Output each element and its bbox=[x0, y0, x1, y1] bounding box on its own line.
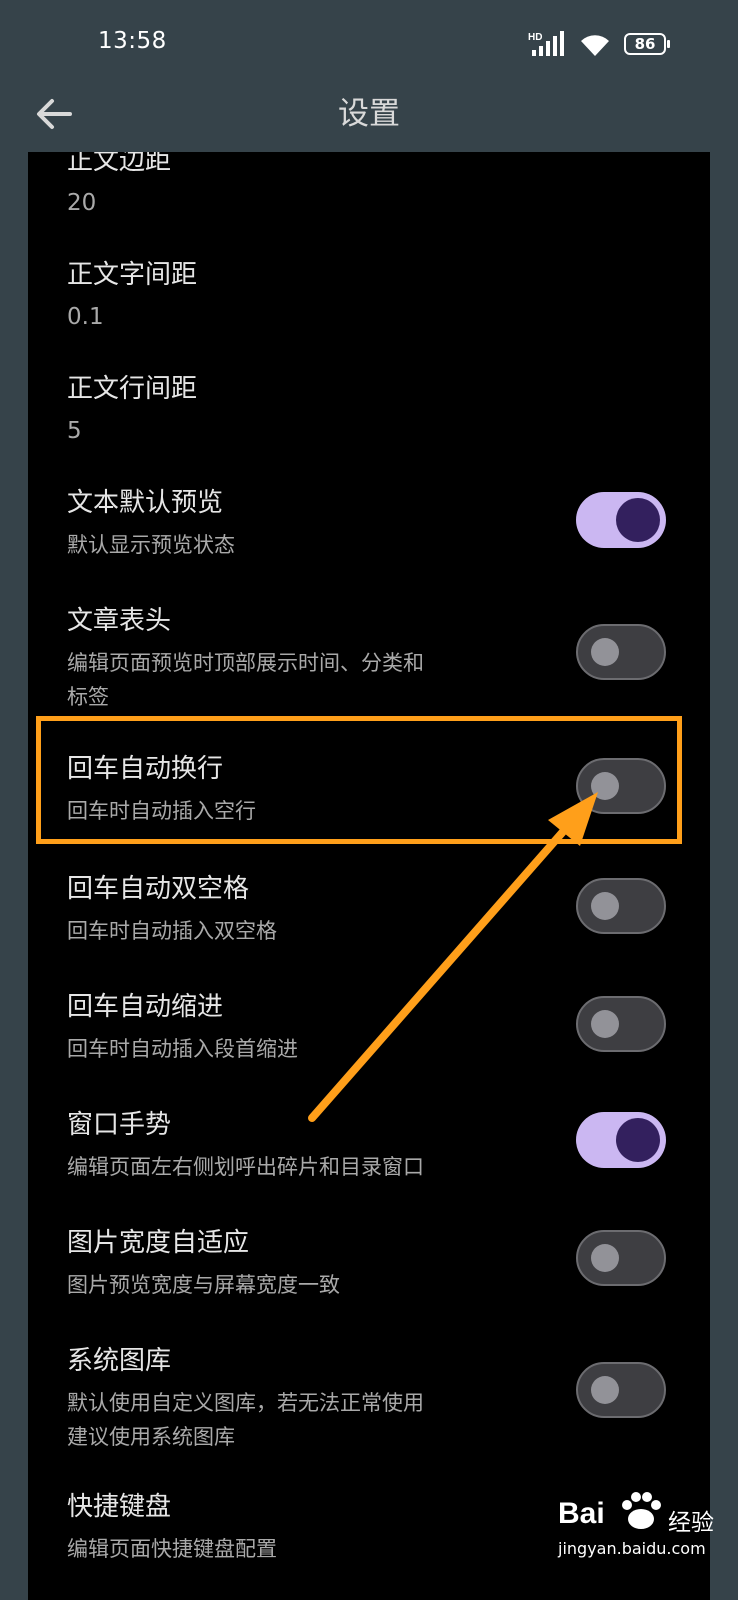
toggle-knob bbox=[591, 892, 619, 920]
setting-subtitle: 回车时自动插入段首缩进 bbox=[67, 1037, 298, 1061]
default-preview-toggle[interactable] bbox=[576, 492, 666, 548]
setting-title: 文本默认预览 bbox=[67, 488, 224, 518]
app-bar: 设置 bbox=[0, 76, 738, 152]
setting-subtitle-2: 标签 bbox=[67, 685, 109, 709]
setting-subtitle: 图片预览宽度与屏幕宽度一致 bbox=[67, 1273, 340, 1297]
setting-title: 回车自动双空格 bbox=[67, 874, 250, 904]
setting-subtitle-2: 建议使用系统图库 bbox=[67, 1425, 235, 1449]
wifi-icon bbox=[581, 35, 609, 56]
setting-title: 回车自动缩进 bbox=[67, 992, 224, 1022]
toggle-knob bbox=[591, 1010, 619, 1038]
status-icons: HD 86 bbox=[528, 30, 678, 60]
setting-title: 窗口手势 bbox=[67, 1110, 172, 1140]
toggle-knob bbox=[591, 1244, 619, 1272]
setting-title: 图片宽度自适应 bbox=[67, 1228, 250, 1258]
setting-value: 5 bbox=[67, 418, 82, 444]
setting-subtitle: 回车时自动插入空行 bbox=[67, 799, 256, 823]
setting-subtitle: 编辑页面快捷键盘配置 bbox=[67, 1537, 277, 1561]
setting-subtitle: 默认使用自定义图库，若无法正常使用 bbox=[67, 1391, 424, 1415]
enter-double-space-toggle[interactable] bbox=[576, 878, 666, 934]
setting-value: 0.1 bbox=[67, 304, 104, 330]
setting-title: 正文行间距 bbox=[67, 374, 198, 404]
baidu-watermark: Bai 经验 jingyan.baidu.com bbox=[558, 1492, 718, 1597]
setting-subtitle: 编辑页面左右侧划呼出碎片和目录窗口 bbox=[67, 1155, 424, 1179]
setting-subtitle: 回车时自动插入双空格 bbox=[67, 919, 277, 943]
page-title: 设置 bbox=[338, 96, 400, 132]
setting-body-margin[interactable]: 正文边距 20 bbox=[28, 152, 710, 252]
paw-icon bbox=[622, 1492, 661, 1529]
setting-enter-double-space[interactable]: 回车自动双空格 回车时自动插入双空格 bbox=[28, 860, 710, 970]
status-bar: 13:58 HD 86 bbox=[0, 0, 738, 88]
setting-enter-auto-newline[interactable]: 回车自动换行 回车时自动插入空行 bbox=[28, 740, 710, 850]
toggle-knob bbox=[616, 1118, 660, 1162]
watermark-logo-text: Bai bbox=[558, 1497, 605, 1530]
setting-enter-auto-indent[interactable]: 回车自动缩进 回车时自动插入段首缩进 bbox=[28, 978, 710, 1088]
setting-title: 文章表头 bbox=[67, 606, 172, 636]
article-header-toggle[interactable] bbox=[576, 624, 666, 680]
system-gallery-toggle[interactable] bbox=[576, 1362, 666, 1418]
settings-list: 正文边距 20 正文字间距 0.1 正文行间距 5 文本默认预览 默认显示预览状… bbox=[28, 152, 710, 1600]
setting-article-header[interactable]: 文章表头 编辑页面预览时顶部展示时间、分类和 标签 bbox=[28, 590, 710, 720]
image-width-adaptive-toggle[interactable] bbox=[576, 1230, 666, 1286]
toggle-knob bbox=[591, 1376, 619, 1404]
enter-auto-newline-toggle[interactable] bbox=[576, 758, 666, 814]
setting-image-width-adaptive[interactable]: 图片宽度自适应 图片预览宽度与屏幕宽度一致 bbox=[28, 1214, 710, 1324]
toggle-knob bbox=[591, 772, 619, 800]
setting-value: 20 bbox=[67, 190, 97, 216]
setting-system-gallery[interactable]: 系统图库 默认使用自定义图库，若无法正常使用 建议使用系统图库 bbox=[28, 1332, 710, 1462]
setting-subtitle: 编辑页面预览时顶部展示时间、分类和 bbox=[67, 651, 424, 675]
watermark-jingyan: 经验 bbox=[668, 1510, 714, 1536]
toggle-knob bbox=[591, 638, 619, 666]
enter-auto-indent-toggle[interactable] bbox=[576, 996, 666, 1052]
watermark-url: jingyan.baidu.com bbox=[558, 1539, 706, 1558]
network-badge: HD bbox=[528, 32, 542, 43]
setting-subtitle: 默认显示预览状态 bbox=[67, 533, 235, 557]
signal-icon: HD bbox=[528, 31, 564, 56]
setting-title: 正文字间距 bbox=[67, 260, 198, 290]
window-gesture-toggle[interactable] bbox=[576, 1112, 666, 1168]
setting-window-gesture[interactable]: 窗口手势 编辑页面左右侧划呼出碎片和目录窗口 bbox=[28, 1096, 710, 1206]
setting-title: 回车自动换行 bbox=[67, 754, 224, 784]
toggle-knob bbox=[616, 498, 660, 542]
status-time: 13:58 bbox=[98, 28, 167, 54]
setting-letter-spacing[interactable]: 正文字间距 0.1 bbox=[28, 248, 710, 360]
battery-level: 86 bbox=[634, 35, 656, 53]
setting-default-preview[interactable]: 文本默认预览 默认显示预览状态 bbox=[28, 472, 710, 590]
setting-line-spacing[interactable]: 正文行间距 5 bbox=[28, 362, 710, 474]
setting-title: 系统图库 bbox=[67, 1346, 172, 1376]
setting-title: 正文边距 bbox=[67, 152, 172, 176]
setting-title: 快捷键盘 bbox=[67, 1492, 172, 1522]
